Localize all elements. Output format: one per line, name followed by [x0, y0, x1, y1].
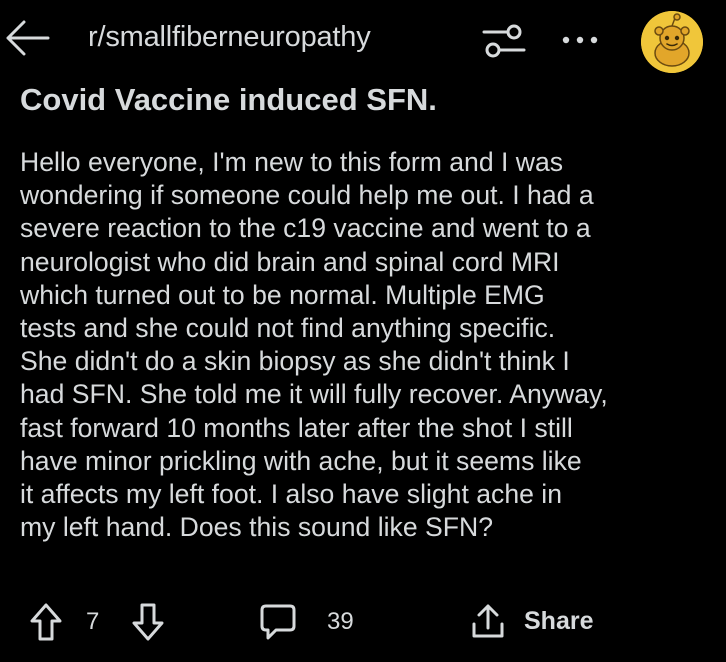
downvote-button[interactable] [128, 600, 168, 644]
comment-bubble-icon [260, 604, 296, 640]
back-button[interactable] [4, 18, 50, 58]
post-body-line: tests and she could not find anything sp… [20, 313, 556, 344]
upvote-button[interactable] [26, 600, 66, 644]
post-body-line: wondering if someone could help me out. … [20, 180, 594, 211]
share-label[interactable]: Share [524, 607, 593, 636]
post-body-line: had SFN. She told me it will fully recov… [20, 379, 608, 410]
post-body-line: severe reaction to the c19 vaccine and w… [20, 213, 591, 244]
reddit-snoo-avatar-icon [641, 11, 703, 73]
post-action-bar: 7 39 Share [0, 596, 726, 648]
subreddit-name[interactable]: r/smallfiberneuropathy [88, 21, 371, 54]
post-body: Hello everyone, I'm new to this form and… [20, 146, 716, 544]
more-dots-icon [562, 36, 598, 44]
avatar[interactable] [641, 11, 703, 73]
downvote-arrow-icon [132, 603, 164, 641]
upvote-arrow-icon [30, 603, 62, 641]
top-bar: r/smallfiberneuropathy [0, 0, 726, 80]
filter-button[interactable] [478, 20, 530, 62]
post-body-line: Hello everyone, I'm new to this form and… [20, 147, 564, 177]
more-options-button[interactable] [556, 22, 604, 58]
post-body-line: which turned out to be normal. Multiple … [20, 279, 545, 310]
post-body-line: it affects my left foot. I also have sli… [20, 479, 563, 510]
share-button[interactable] [466, 600, 510, 644]
share-icon [472, 604, 504, 638]
post-body-line: She didn't do a skin biopsy as she didn'… [20, 346, 570, 377]
post-body-line: my left hand. Does this sound like SFN? [20, 512, 493, 543]
vote-count: 7 [86, 608, 100, 635]
comment-count: 39 [327, 608, 354, 635]
post-body-line: neurologist who did brain and spinal cor… [20, 246, 560, 277]
comments-button[interactable] [256, 602, 300, 642]
post-body-line: fast forward 10 months later after the s… [20, 412, 573, 443]
post-title: Covid Vaccine induced SFN. [20, 82, 437, 117]
post-body-line: have minor prickling with ache, but it s… [20, 445, 582, 476]
arrow-left-icon [6, 20, 50, 56]
sliders-icon [482, 24, 526, 58]
